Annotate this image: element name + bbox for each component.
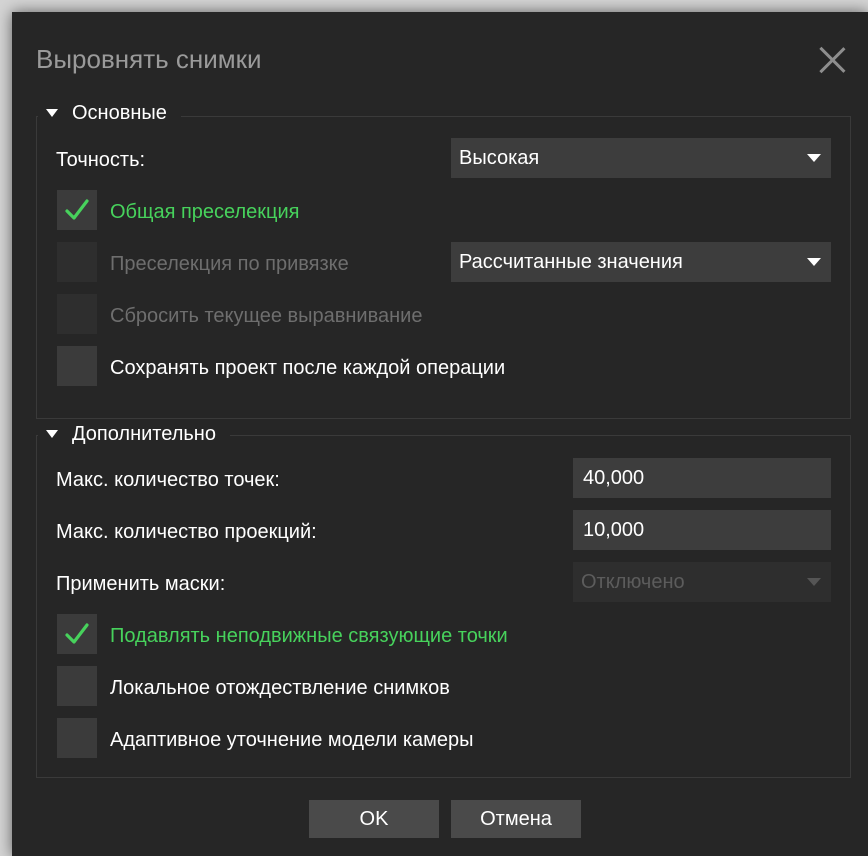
tiepoint-limit-field[interactable]: 10,000 [573, 510, 831, 550]
general-group-title: Основные [72, 101, 167, 124]
adaptive-fitting-label: Адаптивное уточнение модели камеры [110, 729, 474, 751]
cancel-button[interactable]: Отмена [451, 800, 581, 838]
reset-alignment-checkbox [57, 294, 97, 334]
reference-preselection-value: Рассчитанные значения [459, 250, 683, 273]
checkmark-icon [65, 623, 89, 644]
accuracy-label: Точность: [56, 149, 146, 171]
reference-preselection-label: Преселекция по привязке [110, 253, 349, 275]
apply-masks-dropdown: Отключено [573, 562, 831, 602]
collapse-triangle-icon [46, 430, 58, 438]
accuracy-value: Высокая [459, 146, 540, 169]
reference-preselection-checkbox [57, 242, 97, 282]
chevron-down-icon [807, 154, 821, 162]
advanced-group-header[interactable]: Дополнительно [38, 422, 230, 446]
exclude-stationary-label: Подавлять неподвижные связующие точки [110, 625, 508, 647]
align-photos-dialog: Выровнять снимки Основные Точность: Высо… [12, 12, 868, 856]
adaptive-fitting-checkbox[interactable] [57, 718, 97, 758]
keypoint-limit-label: Макс. количество точек: [56, 469, 280, 491]
generic-preselection-checkbox[interactable] [57, 190, 97, 230]
exclude-stationary-checkbox[interactable] [57, 614, 97, 654]
guided-matching-checkbox[interactable] [57, 666, 97, 706]
reference-preselection-dropdown[interactable]: Рассчитанные значения [451, 242, 831, 282]
collapse-triangle-icon [46, 109, 58, 117]
accuracy-dropdown[interactable]: Высокая [451, 138, 831, 178]
chevron-down-icon [807, 258, 821, 266]
tiepoint-limit-label: Макс. количество проекций: [56, 521, 317, 543]
save-project-label: Сохранять проект после каждой операции [110, 357, 506, 379]
chevron-down-icon [807, 578, 821, 586]
ok-button[interactable]: OK [309, 800, 439, 838]
general-group-header[interactable]: Основные [38, 101, 181, 125]
guided-matching-label: Локальное отождествление снимков [110, 677, 450, 699]
generic-preselection-label: Общая преселекция [110, 201, 300, 223]
apply-masks-value: Отключено [581, 570, 685, 593]
apply-masks-label: Применить маски: [56, 573, 226, 595]
save-project-checkbox[interactable] [57, 346, 97, 386]
dialog-title: Выровнять снимки [36, 44, 262, 74]
close-icon[interactable] [818, 46, 846, 74]
advanced-group-title: Дополнительно [72, 422, 216, 445]
checkmark-icon [65, 199, 89, 220]
reset-alignment-label: Сбросить текущее выравнивание [110, 305, 423, 327]
keypoint-limit-field[interactable]: 40,000 [573, 458, 831, 498]
